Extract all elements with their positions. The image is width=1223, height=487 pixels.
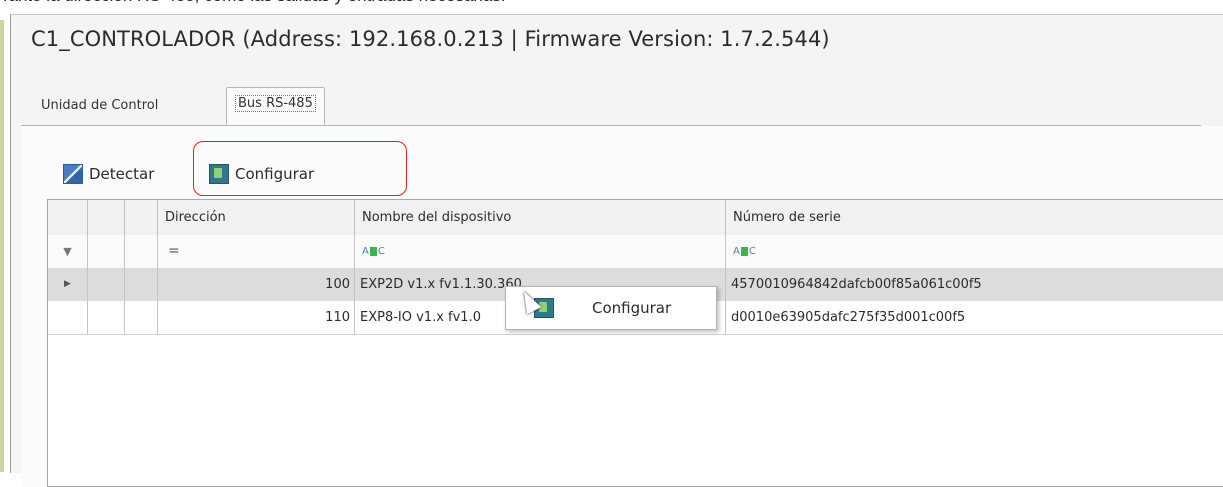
row-cell (125, 301, 158, 334)
header-blank (88, 200, 125, 235)
detect-icon (63, 164, 83, 184)
filter-direccion[interactable]: = (158, 235, 355, 268)
row-cell (125, 268, 158, 301)
cell-direccion: 110 (158, 301, 355, 334)
header-indicator (48, 200, 88, 235)
detect-label: Detectar (89, 165, 155, 183)
filter-row: ▼ = AC AC (48, 235, 1223, 269)
row-cell (48, 301, 88, 334)
column-header-nombre[interactable]: Nombre del dispositivo (355, 200, 726, 235)
tab-bus-rs485[interactable]: Bus RS-485 (226, 87, 325, 125)
text-filter-icon: AC (733, 246, 756, 257)
column-header-serie[interactable]: Número de serie (726, 200, 1223, 235)
context-menu-item-configurar[interactable]: Configurar (592, 299, 671, 317)
filter-icon: ▼ (48, 235, 88, 268)
filter-blank (88, 235, 125, 268)
tab-unidad-de-control[interactable]: Unidad de Control (33, 91, 166, 121)
filter-serie[interactable]: AC (726, 235, 1223, 268)
detect-button[interactable]: Detectar (63, 161, 154, 187)
tab-label: Unidad de Control (41, 98, 159, 113)
column-header-direccion[interactable]: Dirección (158, 200, 355, 235)
tab-label: Bus RS-485 (235, 95, 316, 112)
document-text: Tanto la dirección RS-485, como las sali… (0, 0, 1223, 8)
grid-header: Dirección Nombre del dispositivo Número … (48, 200, 1223, 236)
device-grid: Dirección Nombre del dispositivo Número … (47, 199, 1223, 487)
cell-direccion: 100 (158, 268, 355, 301)
row-selector-arrow-icon: ▶ (48, 268, 88, 301)
configure-label: Configurar (235, 165, 315, 183)
tab-strip: Unidad de Control Bus RS-485 (21, 85, 1201, 126)
row-cell (88, 268, 125, 301)
window-title: C1_CONTROLADOR (Address: 192.168.0.213 |… (31, 27, 830, 51)
controller-window: C1_CONTROLADOR (Address: 192.168.0.213 |… (10, 14, 1223, 487)
row-cell (88, 301, 125, 334)
filter-nombre[interactable]: AC (355, 235, 726, 268)
cell-serie: d0010e63905dafc275f35d001c00f5 (731, 310, 966, 325)
left-edge-strip (0, 20, 4, 472)
header-blank (125, 200, 158, 235)
configure-icon (209, 164, 229, 184)
filter-blank (125, 235, 158, 268)
text-filter-icon: AC (362, 246, 385, 257)
configure-button[interactable]: Configurar (209, 161, 314, 187)
cell-serie: 4570010964842dafcb00f85a061c00f5 (731, 277, 982, 292)
